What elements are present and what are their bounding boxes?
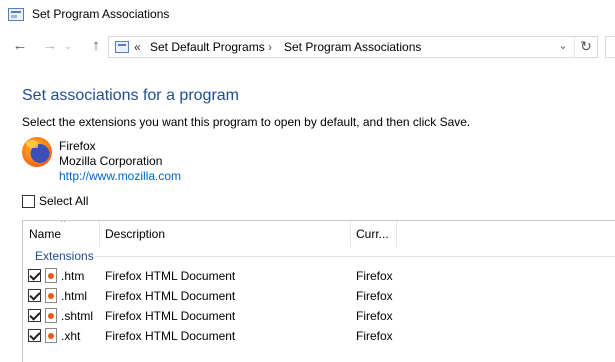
chevron-down-icon[interactable]: ⌄ (555, 39, 571, 52)
row-checkbox[interactable] (28, 309, 41, 322)
column-header-name-label: Name (29, 227, 62, 241)
extension-description: Firefox HTML Document (105, 269, 236, 283)
program-url-link[interactable]: http://www.mozilla.com (59, 169, 181, 183)
extension-name: .htm (61, 269, 85, 283)
control-panel-icon (115, 41, 129, 53)
current-default: Firefox (356, 289, 393, 303)
select-all-checkbox[interactable] (22, 195, 35, 208)
window-title: Set Program Associations (32, 7, 170, 21)
file-type-icon (45, 288, 57, 303)
instructions-text: Select the extensions you want this prog… (22, 115, 471, 129)
breadcrumb-separator[interactable]: › (268, 40, 272, 54)
address-divider (574, 37, 575, 57)
title-bar: Set Program Associations (0, 0, 615, 30)
back-button[interactable]: ← (10, 36, 30, 56)
breadcrumb-set-default-programs[interactable]: Set Default Programs (150, 40, 265, 54)
firefox-icon (22, 137, 52, 167)
column-divider[interactable] (350, 221, 351, 247)
list-item[interactable]: .shtml Firefox HTML Document Firefox (23, 306, 615, 326)
extension-name: .html (61, 289, 88, 303)
extension-description: Firefox HTML Document (105, 289, 236, 303)
refresh-icon[interactable]: ↻ (576, 38, 596, 55)
sort-ascending-icon: ^ (61, 220, 66, 227)
row-checkbox[interactable] (28, 329, 41, 342)
list-item[interactable]: .xht Firefox HTML Document Firefox (23, 326, 615, 346)
group-divider (95, 256, 615, 257)
extension-description: Firefox HTML Document (105, 309, 236, 323)
breadcrumb-set-program-associations[interactable]: Set Program Associations (284, 40, 421, 54)
control-panel-icon (8, 8, 24, 21)
list-item[interactable]: .html Firefox HTML Document Firefox (23, 286, 615, 306)
column-divider[interactable] (99, 221, 100, 247)
current-default: Firefox (356, 269, 393, 283)
extension-name: .shtml (61, 309, 94, 323)
select-all-label[interactable]: Select All (39, 194, 88, 208)
current-default: Firefox (356, 309, 393, 323)
extension-name: .xht (61, 329, 81, 343)
file-type-icon (45, 328, 57, 343)
file-type-icon (45, 308, 57, 323)
program-name: Firefox (59, 139, 96, 153)
extensions-list[interactable]: Name ^ Description Curr... Extensions .h… (22, 220, 615, 362)
up-button[interactable]: ↑ (86, 36, 106, 56)
row-checkbox[interactable] (28, 269, 41, 282)
current-default: Firefox (356, 329, 393, 343)
column-header-description[interactable]: Description (105, 221, 165, 247)
extension-description: Firefox HTML Document (105, 329, 236, 343)
recent-locations-button[interactable]: ⌄ (62, 36, 74, 56)
search-input[interactable] (605, 36, 615, 58)
breadcrumb-overflow[interactable]: « (134, 40, 141, 54)
list-item[interactable]: .htm Firefox HTML Document Firefox (23, 266, 615, 286)
group-header-extensions[interactable]: Extensions (35, 249, 94, 263)
column-header-name[interactable]: Name ^ (29, 221, 65, 247)
column-divider[interactable] (396, 221, 397, 247)
forward-button[interactable]: → (40, 36, 60, 56)
column-header-current-default[interactable]: Curr... (356, 221, 389, 247)
page-title: Set associations for a program (22, 87, 239, 104)
file-type-icon (45, 268, 57, 283)
row-checkbox[interactable] (28, 289, 41, 302)
address-bar[interactable]: « Set Default Programs › Set Program Ass… (108, 36, 598, 58)
program-company: Mozilla Corporation (59, 154, 163, 168)
